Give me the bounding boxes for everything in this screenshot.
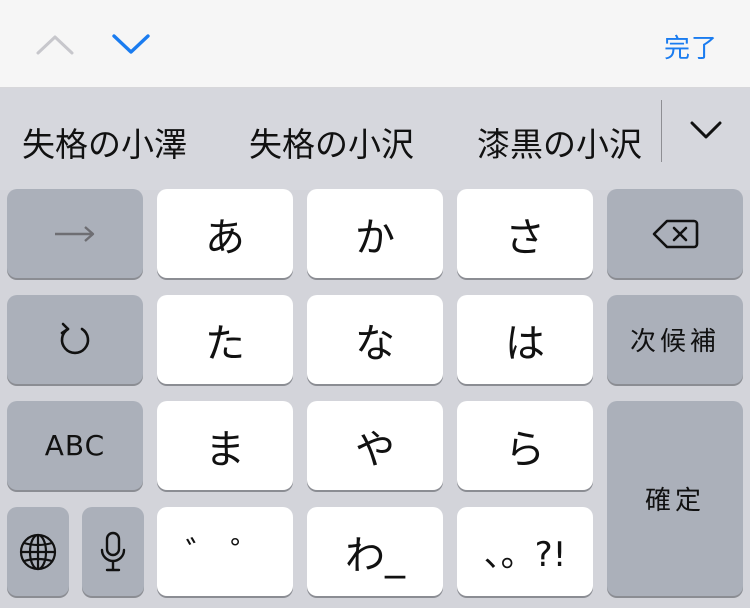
- chevron-down-icon: [690, 121, 722, 139]
- previous-field-button[interactable]: [30, 22, 80, 66]
- kana-key-ma[interactable]: ま: [157, 401, 293, 490]
- confirm-key[interactable]: 確定: [607, 401, 743, 596]
- next-field-button[interactable]: [106, 22, 156, 66]
- kana-key-a[interactable]: あ: [157, 189, 293, 278]
- kana-key-ha[interactable]: は: [457, 295, 593, 384]
- confirm-label: 確定: [644, 486, 705, 516]
- kana-key-wa[interactable]: わ_: [307, 507, 443, 596]
- delete-key[interactable]: [607, 189, 743, 278]
- undo-icon: [60, 322, 90, 354]
- next-candidate-key[interactable]: 次候補: [607, 295, 743, 384]
- cursor-forward-key[interactable]: [7, 189, 143, 278]
- next-candidate-label: 次候補: [629, 327, 720, 357]
- kana-key-ra[interactable]: ら: [457, 401, 593, 490]
- candidate-item[interactable]: 失格の小澤: [22, 118, 187, 166]
- input-accessory-toolbar: 完了: [0, 0, 750, 88]
- expand-candidates-button[interactable]: [680, 110, 732, 150]
- chevron-up-icon: [36, 35, 74, 55]
- candidate-bar: 失格の小澤 失格の小沢 漆黒の小沢: [0, 88, 750, 190]
- arrow-right-icon: [55, 225, 95, 242]
- chevron-down-icon: [112, 34, 150, 54]
- punctuation-key[interactable]: 、。?!: [457, 507, 593, 596]
- kana-key-sa[interactable]: さ: [457, 189, 593, 278]
- delete-backspace-icon: [652, 219, 699, 248]
- candidate-item[interactable]: 失格の小沢: [249, 118, 414, 166]
- microphone-icon: [100, 531, 126, 571]
- dictation-key[interactable]: [82, 507, 144, 596]
- abc-mode-label: ABC: [44, 429, 106, 462]
- kana-key-ta[interactable]: た: [157, 295, 293, 384]
- kana-key-na[interactable]: な: [307, 295, 443, 384]
- dakuten-handakuten-key[interactable]: ゛ ゜: [157, 507, 293, 596]
- candidate-divider: [661, 100, 662, 162]
- undo-key[interactable]: [7, 295, 143, 384]
- done-button[interactable]: 完了: [664, 28, 718, 65]
- kana-key-ya[interactable]: や: [307, 401, 443, 490]
- globe-key[interactable]: [7, 507, 69, 596]
- kana-key-ka[interactable]: か: [307, 189, 443, 278]
- globe-icon: [19, 533, 57, 570]
- candidate-item[interactable]: 漆黒の小沢: [477, 118, 642, 166]
- abc-mode-key[interactable]: ABC: [7, 401, 143, 490]
